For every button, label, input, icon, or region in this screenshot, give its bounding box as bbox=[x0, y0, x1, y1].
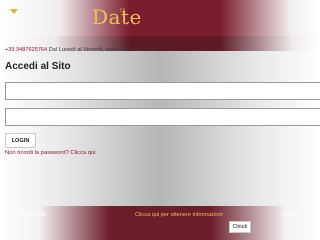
password-input[interactable] bbox=[5, 108, 320, 126]
chevron-down-icon[interactable] bbox=[10, 9, 18, 14]
cookie-info-link[interactable]: Clicca qui per ottenere informazioni bbox=[135, 212, 223, 218]
login-button[interactable]: LOGIN bbox=[5, 133, 36, 148]
phone-number[interactable]: +39 3487625764 bbox=[5, 47, 47, 53]
forgot-password-link[interactable]: Non ricordi la password? Clicca qui bbox=[5, 150, 96, 156]
opening-hours: Dal Lunedì al Venerdì, dalle 9.00 alle 1… bbox=[47, 47, 156, 53]
cookie-text-right: i cookie bbox=[281, 212, 300, 218]
username-input[interactable] bbox=[5, 82, 320, 100]
cookie-text: Questo sito bbox=[18, 212, 47, 218]
page-title: Accedi al Sito bbox=[5, 61, 71, 72]
sun-icon: ☼ bbox=[118, 4, 127, 14]
site-logo[interactable]: Date bbox=[92, 5, 142, 29]
site-header: Date ☼ bbox=[0, 0, 320, 36]
contact-info: +39 3487625764 Dal Lunedì al Venerdì, da… bbox=[5, 47, 156, 53]
cookie-close-button[interactable]: Chiudi bbox=[229, 221, 251, 233]
